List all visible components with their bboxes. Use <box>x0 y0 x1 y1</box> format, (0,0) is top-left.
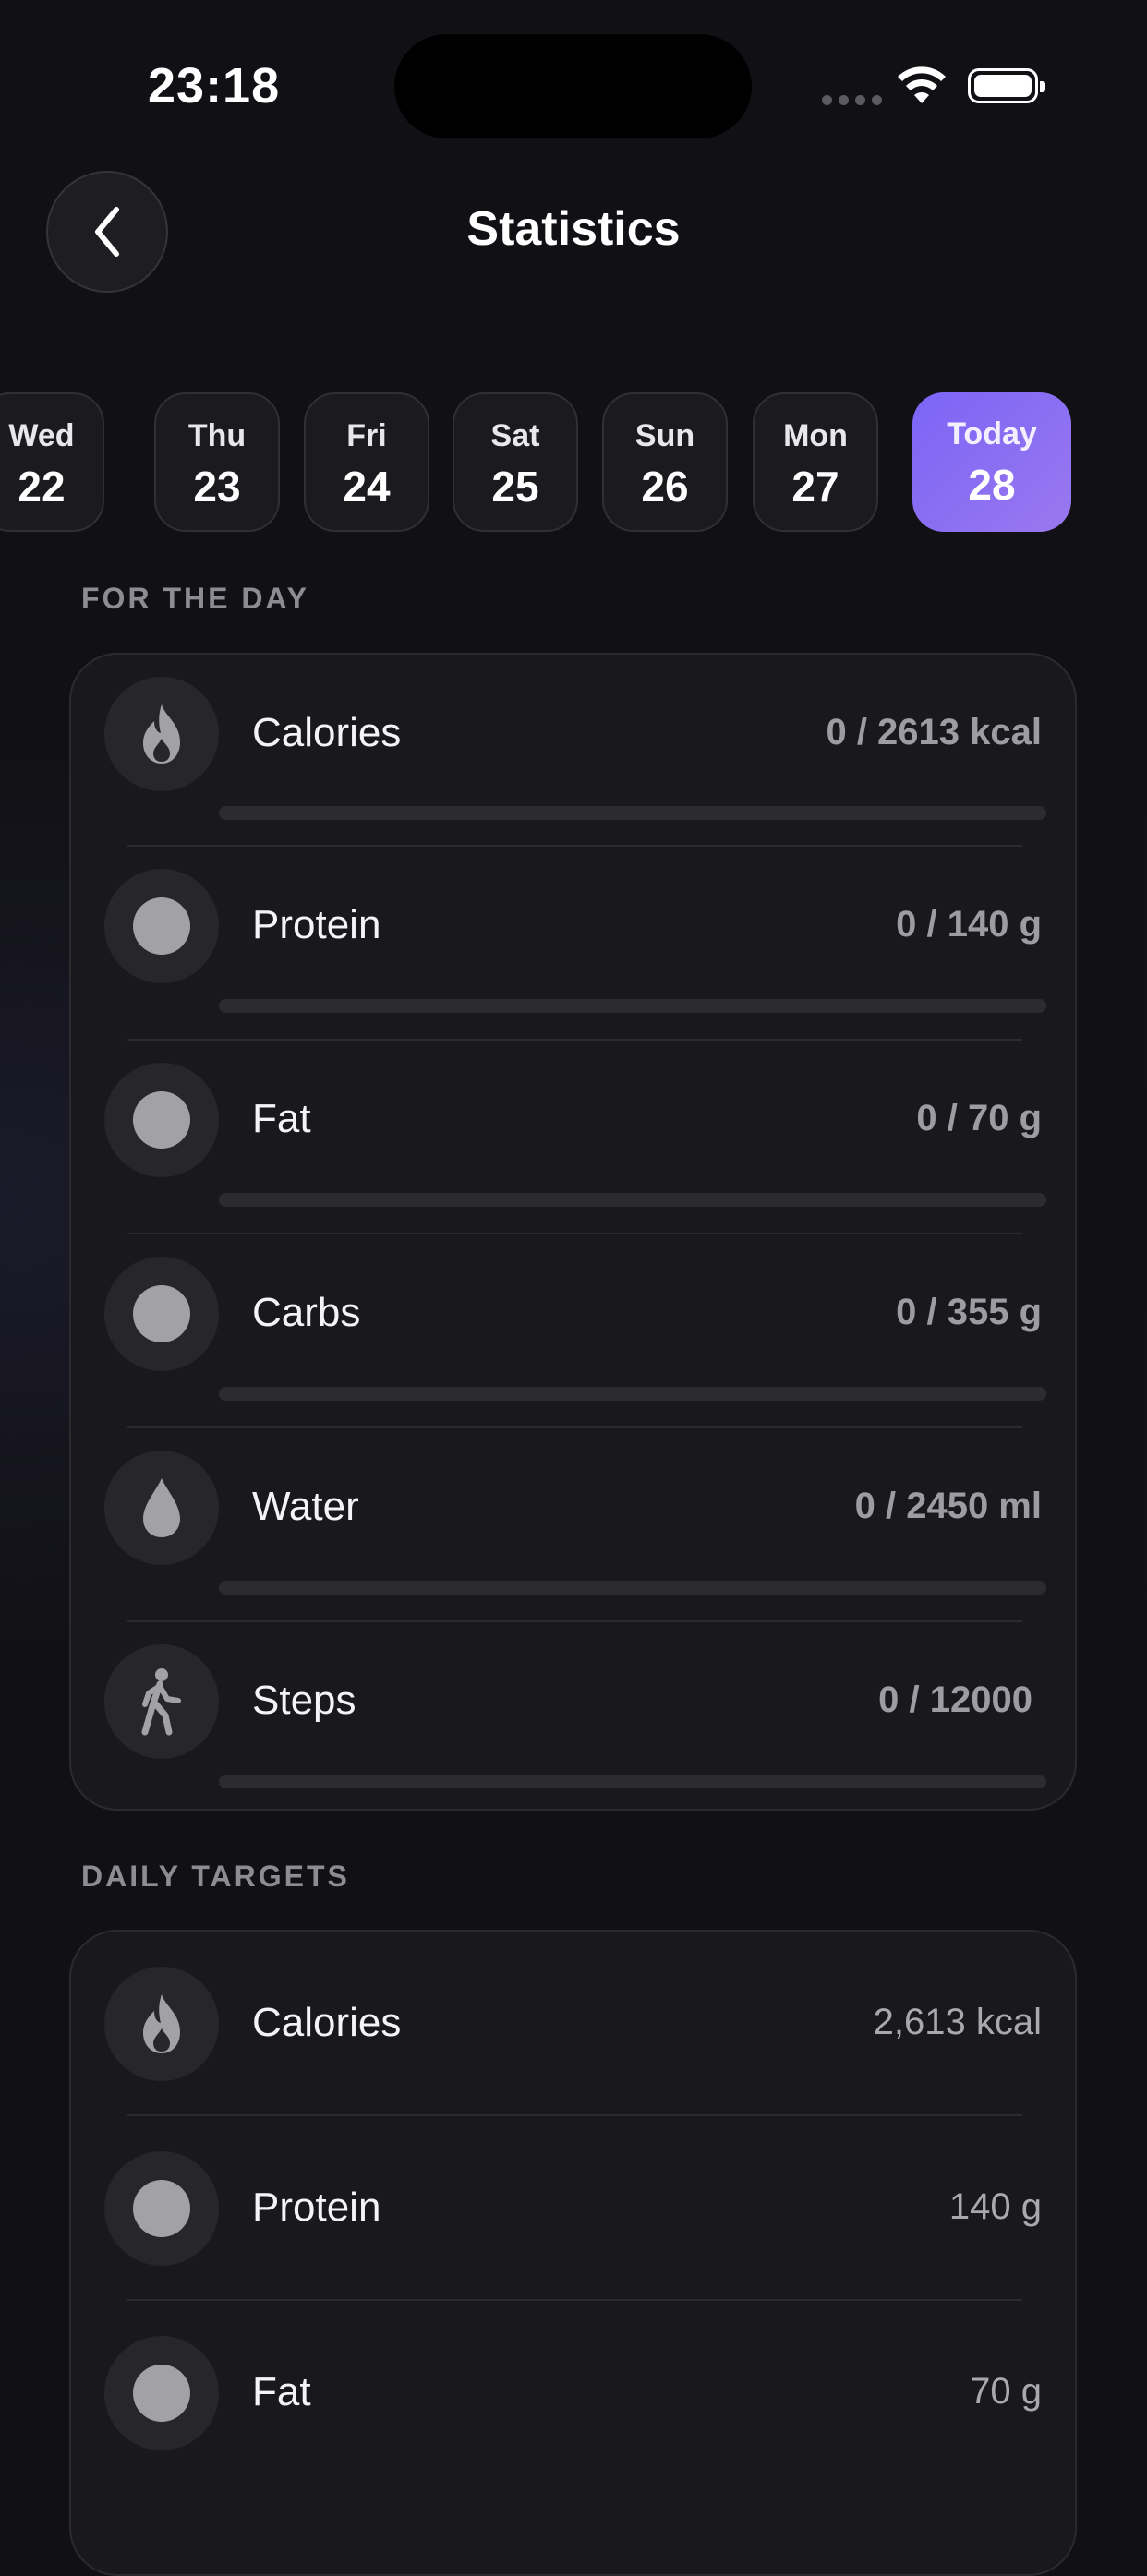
stat-value: 0 / 355 g <box>896 1292 1042 1332</box>
day-name: Sat <box>490 418 540 453</box>
divider <box>127 1039 1022 1041</box>
day-chip-sun[interactable]: Sun 26 <box>602 392 728 532</box>
status-time: 23:18 <box>148 58 281 114</box>
section-title-for-the-day: FOR THE DAY <box>81 582 309 615</box>
stat-label: Calories <box>252 710 402 755</box>
daily-targets-card: Calories 2,613 kcal Protein 140 g Fat 70… <box>69 1930 1077 2576</box>
stat-label: Water <box>252 1484 359 1529</box>
fat-dot-icon <box>104 2336 219 2450</box>
target-value: 140 g <box>948 2186 1042 2227</box>
divider <box>127 2299 1022 2301</box>
divider <box>127 2114 1022 2116</box>
page-title: Statistics <box>466 202 681 256</box>
carbs-dot-icon <box>104 1257 219 1371</box>
stat-value: 0 / 70 g <box>916 1098 1042 1138</box>
day-name: Thu <box>187 418 247 453</box>
progress-bar <box>219 1775 1046 1788</box>
stat-value: 0 / 12000 <box>878 1679 1032 1720</box>
target-label: Protein <box>252 2185 381 2230</box>
battery-icon <box>968 68 1045 103</box>
stat-value: 0 / 2613 kcal <box>826 712 1042 752</box>
day-date: 22 <box>18 463 66 511</box>
for-the-day-card: Calories 0 / 2613 kcal Protein 0 / 140 g… <box>69 653 1077 1811</box>
progress-bar <box>219 999 1046 1013</box>
day-chip-today[interactable]: Today 28 <box>912 392 1071 532</box>
stat-label: Steps <box>252 1678 356 1723</box>
progress-bar <box>219 806 1046 820</box>
progress-bar <box>219 1387 1046 1401</box>
day-name: Wed <box>8 418 75 453</box>
protein-dot-icon <box>104 2151 219 2266</box>
day-date: 24 <box>343 463 391 511</box>
day-chip-fri[interactable]: Fri 24 <box>304 392 429 532</box>
day-name: Sun <box>634 418 695 453</box>
target-label: Fat <box>252 2369 311 2414</box>
water-drop-icon <box>104 1451 219 1565</box>
stat-label: Protein <box>252 902 381 947</box>
cellular-signal-icon <box>822 95 882 105</box>
day-chip-sat[interactable]: Sat 25 <box>453 392 578 532</box>
day-date: 23 <box>193 463 241 511</box>
day-name: Mon <box>783 418 848 453</box>
stat-label: Carbs <box>252 1290 361 1335</box>
dynamic-island <box>394 34 752 138</box>
target-value: 70 g <box>970 2371 1042 2412</box>
protein-dot-icon <box>104 869 219 983</box>
day-date: 27 <box>791 463 839 511</box>
day-chip-mon[interactable]: Mon 27 <box>753 392 878 532</box>
progress-bar <box>219 1193 1046 1207</box>
day-name: Fri <box>346 418 387 453</box>
divider <box>127 1233 1022 1234</box>
flame-icon <box>104 677 219 791</box>
stat-value: 0 / 140 g <box>896 904 1042 945</box>
divider <box>127 845 1022 847</box>
day-chip-wed[interactable]: Wed 22 <box>0 392 104 532</box>
day-chip-thu[interactable]: Thu 23 <box>154 392 280 532</box>
day-date: 28 <box>968 461 1016 509</box>
day-date: 26 <box>641 463 689 511</box>
target-value: 2,613 kcal <box>873 2002 1042 2042</box>
section-title-daily-targets: DAILY TARGETS <box>81 1860 350 1893</box>
divider <box>127 1620 1022 1622</box>
day-date: 25 <box>491 463 539 511</box>
date-selector[interactable]: Wed 22 Thu 23 Fri 24 Sat 25 Sun 26 Mon 2… <box>0 392 1147 536</box>
wifi-icon <box>898 66 946 103</box>
walking-icon <box>104 1644 219 1759</box>
flame-icon <box>104 1967 219 2081</box>
day-name: Today <box>947 416 1037 451</box>
target-label: Calories <box>252 2000 402 2045</box>
stat-label: Fat <box>252 1096 311 1141</box>
divider <box>127 1426 1022 1428</box>
stat-value: 0 / 2450 ml <box>854 1486 1042 1526</box>
fat-dot-icon <box>104 1063 219 1177</box>
progress-bar <box>219 1581 1046 1595</box>
